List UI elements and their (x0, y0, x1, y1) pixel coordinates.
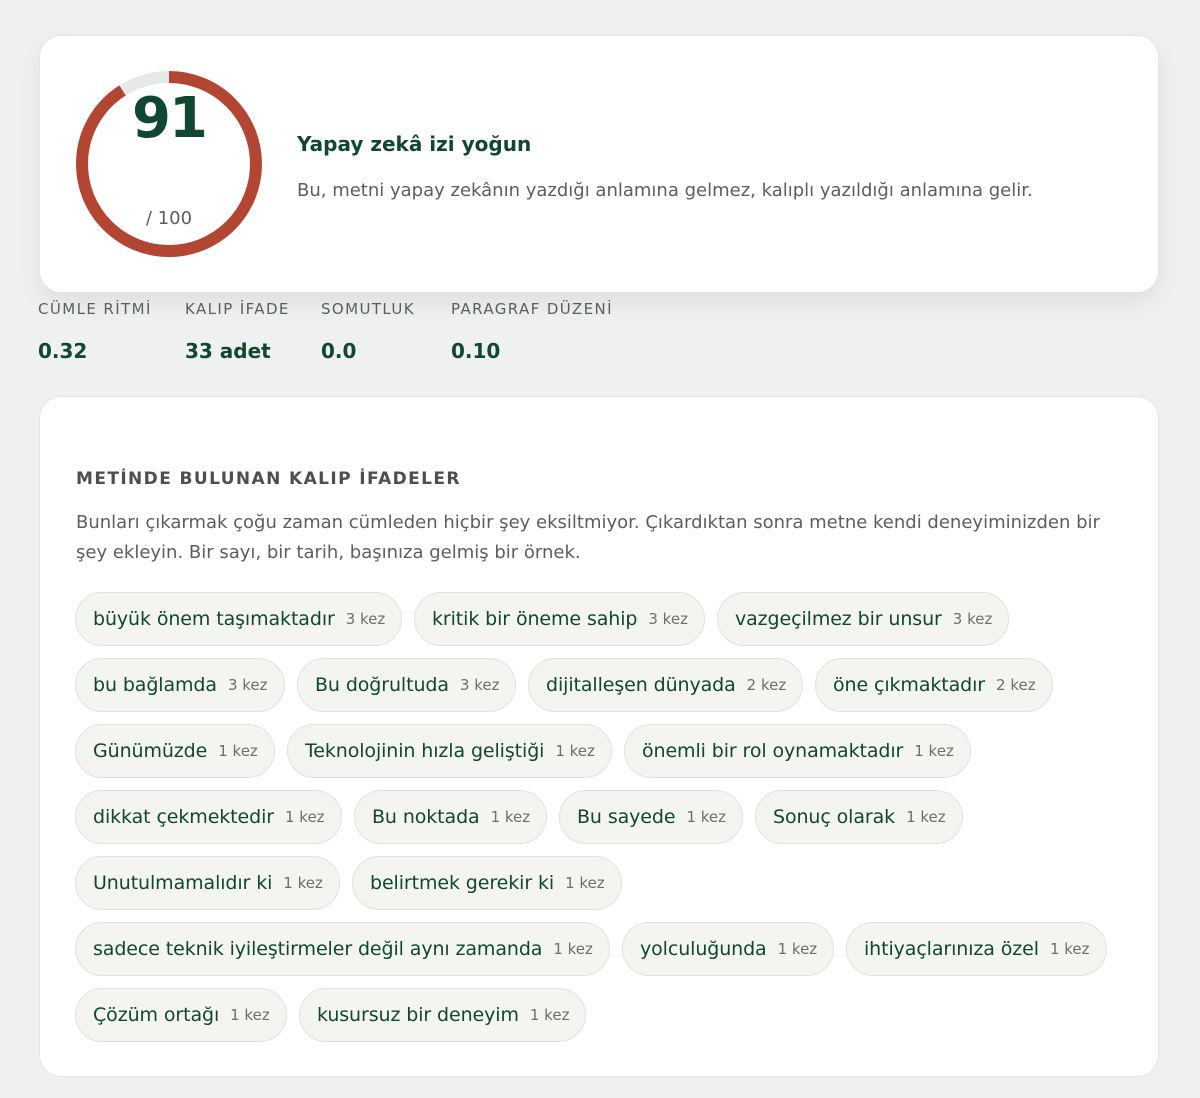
score-value: 91 (132, 86, 208, 151)
phrase-chip-text: Unutulmamalıdır ki (93, 872, 273, 894)
phrase-chip-text: kritik bir öneme sahip (432, 608, 638, 630)
phrase-chip-count: 3 kez (648, 610, 688, 628)
phrase-chip-text: kusursuz bir deneyim (317, 1004, 519, 1026)
phrase-chip[interactable]: kusursuz bir deneyim 1 kez (299, 988, 587, 1042)
verdict-description: Bu, metni yapay zekânın yazdığı anlamına… (297, 180, 1033, 201)
phrase-chip-count: 2 kez (746, 676, 787, 694)
score-card: 91 / 100 Yapay zekâ izi yoğun Bu, metni … (39, 35, 1159, 293)
phrase-chip-text: yolculuğunda (640, 938, 767, 960)
phrase-chip[interactable]: Bu noktada 1 kez (354, 790, 548, 844)
phrase-chip-text: öne çıkmaktadır (833, 674, 986, 696)
phrase-chip-text: Bu doğrultuda (315, 674, 449, 696)
phrase-chip[interactable]: öne çıkmaktadır 2 kez (815, 658, 1053, 712)
phrase-chip[interactable]: yolculuğunda 1 kez (622, 922, 835, 976)
phrase-chip-text: bu bağlamda (93, 674, 217, 696)
phrase-chip-count: 1 kez (490, 808, 531, 826)
score-gauge: 91 / 100 (74, 69, 264, 259)
phrase-chip-text: büyük önem taşımaktadır (93, 608, 335, 630)
phrase-chip-text: belirtmek gerekir ki (370, 872, 555, 894)
phrase-chip-count: 1 kez (686, 808, 727, 826)
phrase-chip[interactable]: belirtmek gerekir ki 1 kez (352, 856, 622, 910)
metric-value: 0.32 (38, 339, 88, 363)
phrase-chip-text: dijitalleşen dünyada (546, 674, 736, 696)
phrase-chip-text: Bu noktada (372, 806, 480, 828)
metrics-row: CÜMLE RİTMİ 0.32 KALIP İFADE 33 adet SOM… (38, 299, 738, 363)
phrase-chip[interactable]: Teknolojinin hızla geliştiği 1 kez (287, 724, 612, 778)
score-max: / 100 (145, 208, 193, 229)
phrase-chip-text: sadece teknik iyileştirmeler değil aynı … (93, 938, 543, 960)
phrase-chip-text: Teknolojinin hızla geliştiği (305, 740, 545, 762)
phrase-chip[interactable]: sadece teknik iyileştirmeler değil aynı … (75, 922, 610, 976)
phrase-chip[interactable]: büyük önem taşımaktadır 3 kez (75, 592, 403, 646)
metric-paragraph-order: PARAGRAF DÜZENİ 0.10 (451, 299, 613, 363)
phrase-chip-count: 1 kez (284, 808, 325, 826)
phrase-chip-count: 1 kez (230, 1006, 270, 1024)
phrase-chip[interactable]: bu bağlamda 3 kez (75, 658, 285, 712)
metric-label: CÜMLE RİTMİ (38, 300, 152, 318)
phrase-chip[interactable]: dijitalleşen dünyada 2 kez (528, 658, 804, 712)
phrase-chip-count: 1 kez (529, 1006, 570, 1024)
phrase-chip-count: 3 kez (227, 676, 268, 694)
phrase-chip-count: 3 kez (952, 610, 993, 628)
phrase-chip-count: 1 kez (906, 808, 946, 826)
phrases-intro: Bunları çıkarmak çoğu zaman cümleden hiç… (76, 512, 1100, 563)
metric-value: 33 adet (185, 339, 271, 363)
phrase-chip[interactable]: Günümüzde 1 kez (75, 724, 275, 778)
phrase-chip[interactable]: kritik bir öneme sahip 3 kez (414, 592, 705, 646)
phrase-chip-text: önemli bir rol oynamaktadır (642, 740, 904, 762)
phrase-chip-text: Sonuç olarak (773, 806, 896, 828)
phrase-chip-count: 1 kez (553, 940, 593, 958)
phrase-chip-count: 3 kez (345, 610, 386, 628)
phrases-card: METİNDE BULUNAN KALIP İFADELER Bunları ç… (39, 396, 1159, 1077)
phrase-chip-count: 1 kez (555, 742, 595, 760)
phrase-chip[interactable]: dikkat çekmektedir 1 kez (75, 790, 342, 844)
metric-label: PARAGRAF DÜZENİ (451, 300, 613, 318)
phrase-chip-text: vazgeçilmez bir unsur (735, 608, 942, 630)
phrases-heading: METİNDE BULUNAN KALIP İFADELER (76, 469, 461, 489)
phrase-chip[interactable]: Sonuç olarak 1 kez (755, 790, 963, 844)
metric-value: 0.0 (321, 339, 357, 363)
phrase-chip[interactable]: önemli bir rol oynamaktadır 1 kez (624, 724, 971, 778)
phrase-chip-count: 3 kez (459, 676, 500, 694)
phrase-chip-text: Bu sayede (577, 806, 676, 828)
phrase-chip[interactable]: Çözüm ortağı 1 kez (75, 988, 287, 1042)
phrase-chip-count: 2 kez (996, 676, 1036, 694)
metric-sentence-rhythm: CÜMLE RİTMİ 0.32 (38, 299, 152, 363)
phrase-chip-count: 1 kez (565, 874, 605, 892)
metric-concreteness: SOMUTLUK 0.0 (321, 299, 415, 363)
phrase-chip-text: dikkat çekmektedir (93, 806, 274, 828)
phrase-chip-count: 1 kez (777, 940, 818, 958)
phrase-chip-text: Günümüzde (93, 740, 208, 762)
metric-label: SOMUTLUK (321, 300, 416, 318)
phrase-chip-text: Çözüm ortağı (93, 1004, 220, 1026)
phrase-chip[interactable]: vazgeçilmez bir unsur 3 kez (717, 592, 1010, 646)
metric-value: 0.10 (451, 339, 501, 363)
metric-template-phrases: KALIP İFADE 33 adet (185, 299, 290, 363)
phrase-chip-text: ihtiyaçlarınıza özel (864, 938, 1039, 960)
phrase-chip[interactable]: Bu doğrultuda 3 kez (297, 658, 517, 712)
phrase-chip[interactable]: Bu sayede 1 kez (559, 790, 744, 844)
phrase-chip-count: 1 kez (914, 742, 954, 760)
phrase-chip-count: 1 kez (283, 874, 323, 892)
verdict-title: Yapay zekâ izi yoğun (297, 132, 532, 156)
phrase-chip-count: 1 kez (1049, 940, 1090, 958)
phrase-chip[interactable]: ihtiyaçlarınıza özel 1 kez (846, 922, 1107, 976)
phrase-chip[interactable]: Unutulmamalıdır ki 1 kez (75, 856, 340, 910)
phrase-chip-count: 1 kez (218, 742, 258, 760)
metric-label: KALIP İFADE (185, 300, 290, 318)
